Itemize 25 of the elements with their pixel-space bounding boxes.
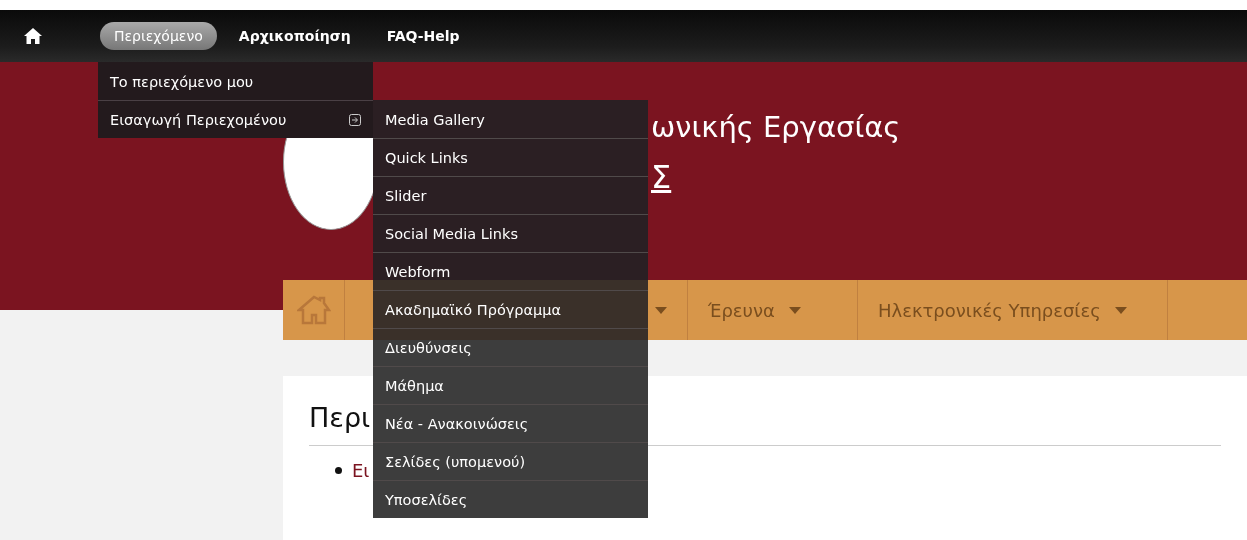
caret-icon	[788, 306, 801, 314]
submenu-item[interactable]: Υποσελίδες	[373, 480, 648, 518]
submenu-item[interactable]: Ακαδημαϊκό Πρόγραμμα	[373, 290, 648, 328]
caret-icon	[1114, 306, 1127, 314]
site-slogan-link[interactable]: Σ	[651, 158, 672, 196]
submenu-item[interactable]: Σελίδες (υπομενού)	[373, 442, 648, 480]
submenu-item[interactable]: Media Gallery	[373, 100, 648, 138]
submenu-item[interactable]: Νέα - Ανακοινώσεις	[373, 404, 648, 442]
site-name: ωνικής Εργασίας	[651, 110, 901, 144]
submenu-item[interactable]: Μάθημα	[373, 366, 648, 404]
bullet-icon	[335, 467, 342, 474]
submenu-item[interactable]: Webform	[373, 252, 648, 290]
submenu-item[interactable]: Διευθύνσεις	[373, 328, 648, 366]
submenu-item[interactable]: Quick Links	[373, 138, 648, 176]
toolbar-menu-item[interactable]: FAQ-Help	[372, 22, 474, 50]
home-icon[interactable]	[24, 28, 42, 44]
toolbar-menu-item[interactable]: Αρχικοποίηση	[224, 22, 365, 50]
content-link[interactable]: Ει	[352, 460, 370, 481]
dropdown-item[interactable]: Το περιεχόμενο μου	[98, 62, 373, 100]
caret-icon	[655, 306, 667, 314]
submenu-item[interactable]: Slider	[373, 176, 648, 214]
submenu-item[interactable]: Social Media Links	[373, 214, 648, 252]
submenu-arrow-icon	[349, 113, 361, 126]
dropdown-item[interactable]: Εισαγωγή Περιεχομένου	[98, 100, 373, 138]
page-title: Περι	[309, 402, 371, 433]
